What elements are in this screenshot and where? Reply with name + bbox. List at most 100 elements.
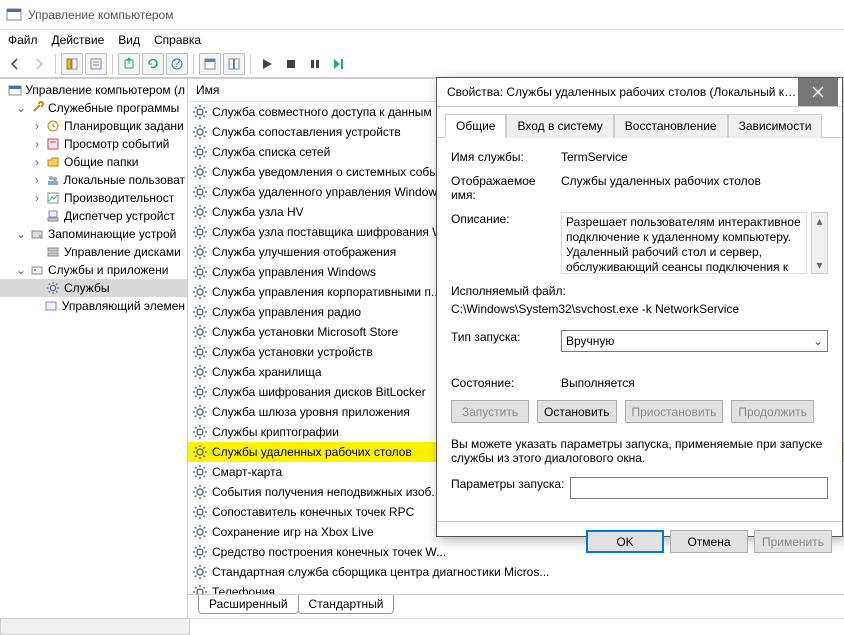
gear-icon [192, 544, 208, 560]
startup-type-select[interactable]: Вручную ⌄ [561, 330, 828, 352]
tree-utilities[interactable]: ⌄Служебные программы [0, 99, 187, 117]
bottom-tabs: Расширенный Стандартный [188, 594, 844, 618]
toolbar-stop-service[interactable] [280, 53, 302, 75]
dialog-title-bar[interactable]: Свойства: Службы удаленных рабочих столо… [437, 78, 842, 107]
toolbar-pause-service[interactable] [304, 53, 326, 75]
scroll-down-icon[interactable]: ▾ [812, 257, 827, 273]
horizontal-scrollbar[interactable] [0, 618, 190, 635]
tree-local-users[interactable]: ›Локальные пользоват [0, 171, 187, 189]
label-start-params: Параметры запуска: [451, 477, 570, 491]
gear-icon [192, 564, 208, 580]
toolbar-help[interactable]: ? [166, 53, 188, 75]
toolbar-prop2[interactable] [199, 53, 221, 75]
start-button[interactable]: Запустить [451, 400, 529, 423]
tab-general[interactable]: Общие [445, 114, 506, 138]
service-name: Служба управления Windows [212, 265, 376, 279]
dialog-title: Свойства: Службы удаленных рабочих столо… [447, 85, 798, 99]
chevron-down-icon: ⌄ [813, 334, 823, 348]
tree-task-scheduler[interactable]: ›Планировщик задани [0, 117, 187, 135]
tab-recovery[interactable]: Восстановление [614, 114, 728, 138]
service-name: Служба хранилища [212, 365, 322, 379]
tab-standard[interactable]: Стандартный [298, 595, 395, 614]
ok-button[interactable]: OK [586, 530, 664, 553]
service-name: Службы удаленных рабочих столов [212, 445, 412, 459]
apply-button[interactable]: Применить [754, 530, 832, 553]
gear-icon [192, 324, 208, 340]
service-name: Телефония [212, 585, 275, 594]
tree-root[interactable]: Управление компьютером (л [0, 81, 187, 99]
gear-icon [192, 404, 208, 420]
gear-icon [192, 264, 208, 280]
service-row[interactable]: Стандартная служба сборщика центра диагн… [188, 562, 844, 582]
menu-help[interactable]: Справка [154, 33, 201, 47]
toolbar-filter[interactable] [223, 53, 245, 75]
gear-icon [192, 384, 208, 400]
menu-view[interactable]: Вид [118, 33, 140, 47]
service-name: Служба сопоставления устройств [212, 125, 401, 139]
cancel-button[interactable]: Отмена [670, 530, 748, 553]
gear-icon [192, 484, 208, 500]
toolbar-restart-service[interactable] [328, 53, 350, 75]
start-params-input[interactable] [570, 477, 828, 499]
service-name: Служба установки устройств [212, 345, 373, 359]
tree-services-apps[interactable]: ⌄Службы и приложени [0, 261, 187, 279]
service-name: Средство построения конечных точек W... [212, 545, 446, 559]
tree-pane[interactable]: Управление компьютером (л ⌄Служебные про… [0, 79, 188, 618]
tab-extended[interactable]: Расширенный [198, 595, 299, 614]
toolbar-back[interactable] [4, 53, 26, 75]
toolbar: ? [0, 50, 844, 78]
stop-button[interactable]: Остановить [537, 400, 617, 423]
menu-file[interactable]: Файл [8, 33, 38, 47]
toolbar-properties[interactable] [85, 53, 107, 75]
gear-icon [192, 144, 208, 160]
gear-icon [192, 524, 208, 540]
toolbar-export[interactable] [118, 53, 140, 75]
tree-event-viewer[interactable]: ›Просмотр событий [0, 135, 187, 153]
service-name: Служба уведомления о системных собы... [212, 165, 448, 179]
tree-device-manager[interactable]: Диспетчер устройст [0, 207, 187, 225]
menu-bar: Файл Действие Вид Справка [0, 30, 844, 50]
tree-services[interactable]: Службы [0, 279, 187, 297]
gear-icon [192, 244, 208, 260]
toolbar-forward[interactable] [28, 53, 50, 75]
label-status: Состояние: [451, 376, 561, 390]
gear-icon [192, 284, 208, 300]
service-name: Служба узла HV [212, 205, 304, 219]
tree-shared-folders[interactable]: ›Общие папки [0, 153, 187, 171]
window-title: Управление компьютером [28, 8, 173, 22]
toolbar-start-service[interactable] [256, 53, 278, 75]
value-status: Выполняется [561, 376, 828, 390]
service-row[interactable]: Телефония [188, 582, 844, 594]
menu-action[interactable]: Действие [52, 33, 105, 47]
tree-wmi[interactable]: Управляющий элемен [0, 297, 187, 315]
service-name: Служба установки Microsoft Store [212, 325, 398, 339]
dialog-tabs: Общие Вход в систему Восстановление Зави… [437, 107, 842, 138]
toolbar-refresh[interactable] [142, 53, 164, 75]
service-name: Служба шифрования дисков BitLocker [212, 385, 426, 399]
dialog-footer: OK Отмена Применить [437, 521, 842, 561]
scroll-up-icon[interactable]: ▴ [812, 213, 827, 229]
tree-storage[interactable]: ⌄Запоминающие устрой [0, 225, 187, 243]
service-name: Службы криптографии [212, 425, 339, 439]
tab-logon[interactable]: Вход в систему [506, 114, 613, 138]
service-name: Сопоставитель конечных точек RPC [212, 505, 414, 519]
resume-button[interactable]: Продолжить [731, 400, 814, 423]
close-icon[interactable] [798, 78, 838, 106]
gear-icon [192, 204, 208, 220]
service-name: Сохранение игр на Xbox Live [212, 525, 374, 539]
service-name: Служба управления корпоративными п... [212, 285, 441, 299]
gear-icon [192, 504, 208, 520]
tab-dependencies[interactable]: Зависимости [728, 114, 823, 138]
gear-icon [192, 164, 208, 180]
service-name: Смарт-карта [212, 465, 282, 479]
tree-performance[interactable]: ›Производительност [0, 189, 187, 207]
service-name: Служба шлюза уровня приложения [212, 405, 410, 419]
description-scrollbar[interactable]: ▴ ▾ [811, 212, 828, 274]
tree-disk-management[interactable]: Управление дисками [0, 243, 187, 261]
service-name: События получения неподвижных изоб... [212, 485, 441, 499]
value-display-name: Службы удаленных рабочих столов [561, 174, 828, 188]
service-properties-dialog: Свойства: Службы удаленных рабочих столо… [436, 77, 843, 537]
value-service-name[interactable]: TermService [561, 150, 628, 164]
toolbar-show-hide[interactable] [61, 53, 83, 75]
pause-button[interactable]: Приостановить [625, 400, 724, 423]
